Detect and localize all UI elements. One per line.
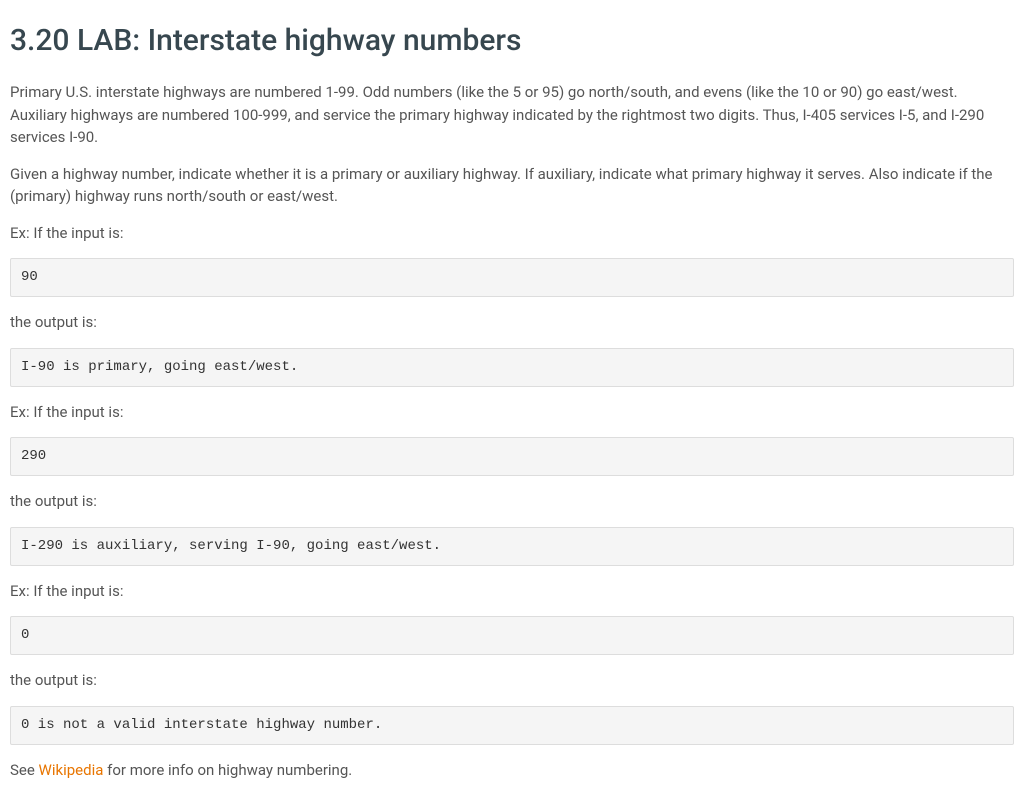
example-1-input: 90 [10,258,1014,297]
example-3-prompt: Ex: If the input is: [10,580,1014,603]
example-2-output: I-290 is auxiliary, serving I-90, going … [10,527,1014,566]
page-title: 3.20 LAB: Interstate highway numbers [10,18,1014,63]
example-3-output-label: the output is: [10,669,1014,692]
example-2-input: 290 [10,437,1014,476]
example-2-output-label: the output is: [10,490,1014,513]
example-3-output: 0 is not a valid interstate highway numb… [10,706,1014,745]
example-2-prompt: Ex: If the input is: [10,401,1014,424]
intro-paragraph-1: Primary U.S. interstate highways are num… [10,81,1014,149]
intro-paragraph-2: Given a highway number, indicate whether… [10,163,1014,208]
footer-post-text: for more info on highway numbering. [103,761,352,779]
example-3-input: 0 [10,616,1014,655]
example-1-output: I-90 is primary, going east/west. [10,348,1014,387]
example-1-output-label: the output is: [10,311,1014,334]
footer-pre-text: See [10,761,39,779]
wikipedia-link[interactable]: Wikipedia [39,761,104,779]
example-1-prompt: Ex: If the input is: [10,222,1014,245]
